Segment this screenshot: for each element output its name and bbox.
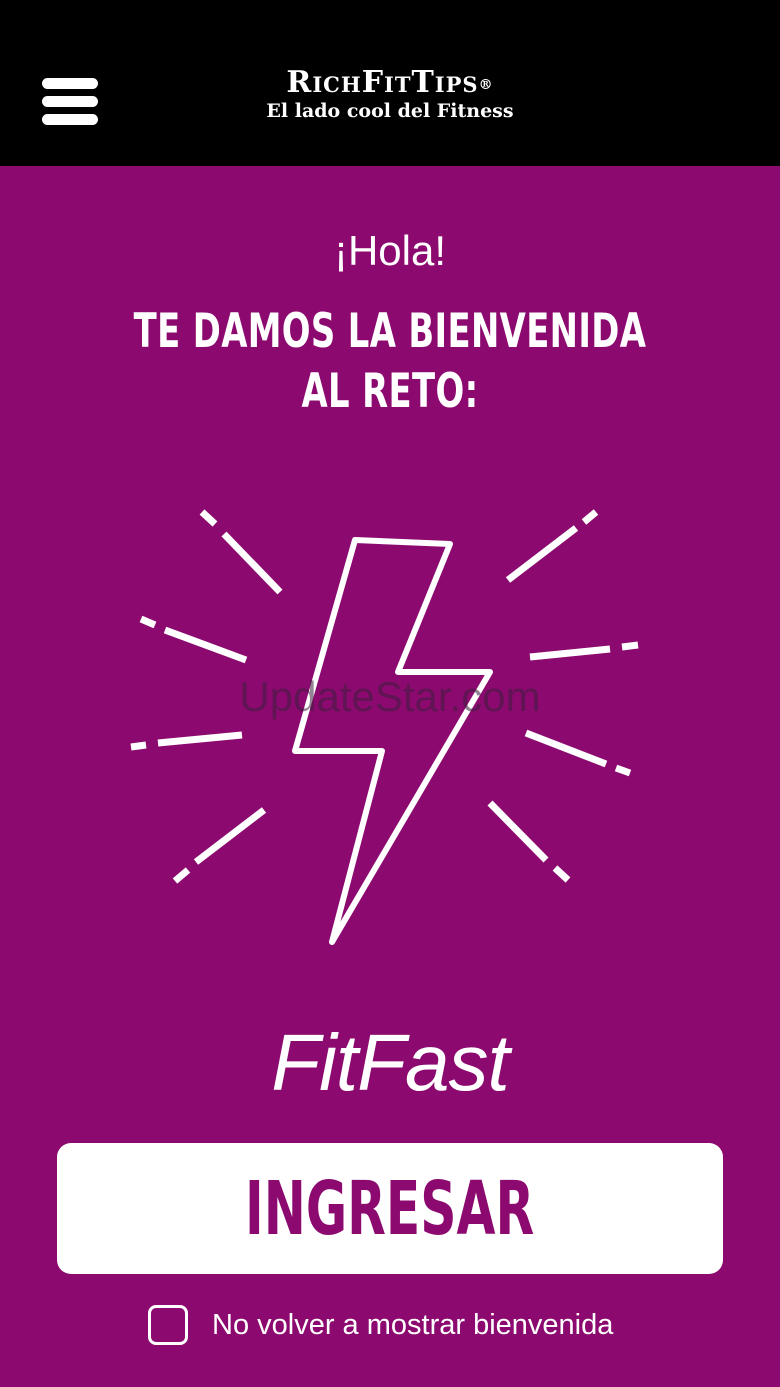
brand-logo: RichFitTips® El lado cool del Fitness [0,66,780,123]
ray-mid-left-upper [163,626,248,664]
ray-top-right [581,509,599,525]
ray-top-left [199,509,218,527]
ray-bottom-right [487,800,549,863]
dont-show-again-label: No volver a mostrar bienvenida [212,1309,614,1341]
ray-mid-right-upper [621,641,639,651]
ray-mid-right-upper [529,645,611,661]
ray-top-left [221,531,283,595]
welcome-heading: TE DAMOS LA BIENVENIDA AL RETO: [133,304,647,419]
brand-name: RichFitTips® [0,66,780,100]
ingresar-button[interactable]: INGRESAR [57,1143,723,1274]
brand-tagline: El lado cool del Fitness [266,100,514,122]
app-header: RichFitTips® El lado cool del Fitness [0,0,780,166]
ray-top-right [505,525,579,583]
ray-mid-left-lower [130,741,147,751]
lightning-bolt-illustration [130,509,639,945]
ray-bottom-left [172,867,191,884]
lightning-bolt-icon [120,500,660,960]
brand-name-text: RichFitTips [286,65,479,100]
greeting-text: ¡Hola! [333,227,447,274]
bolt-shape [292,537,493,945]
ray-bottom-right [552,865,571,883]
ingresar-button-label: INGRESAR [245,1165,535,1252]
ray-mid-right-lower [614,764,632,777]
dont-show-again-checkbox[interactable] [148,1305,188,1345]
watermark-text: UpdateStar.com [239,673,541,720]
ray-bottom-left [193,807,267,865]
ray-mid-right-lower [524,729,608,768]
dont-show-again-option[interactable]: No volver a mostrar bienvenida [148,1302,613,1348]
challenge-name: FitFast [271,1018,509,1107]
registered-mark: ® [478,77,494,93]
ray-mid-left-lower [157,731,243,747]
ray-mid-left-upper [139,615,157,629]
